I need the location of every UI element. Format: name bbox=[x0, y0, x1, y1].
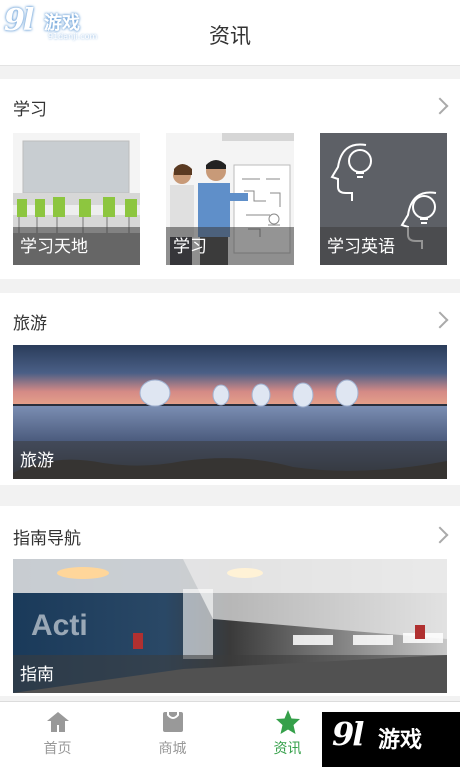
section-title-travel: 旅游 bbox=[13, 314, 47, 334]
tile-caption: 学习英语 bbox=[327, 237, 395, 257]
home-icon bbox=[47, 712, 69, 732]
watermark-text: 游戏 bbox=[378, 728, 423, 753]
tab-home[interactable]: 首页 bbox=[0, 702, 115, 767]
tile-study[interactable]: 学习 bbox=[166, 133, 294, 265]
banner-guide[interactable]: Acti 指南 bbox=[13, 559, 447, 693]
tile-caption-bar: 学习天地 bbox=[13, 227, 140, 265]
banner-caption-bar: 旅游 bbox=[13, 441, 447, 479]
shopping-bag-icon bbox=[163, 712, 183, 732]
tab-label: 首页 bbox=[43, 741, 72, 757]
banner-caption-bar: 指南 bbox=[13, 655, 447, 693]
section-travel: 旅游 旅游 bbox=[0, 293, 460, 485]
tile-study-world[interactable]: 学习天地 bbox=[13, 133, 140, 265]
chevron-right-icon[interactable] bbox=[431, 97, 449, 115]
chevron-right-icon[interactable] bbox=[431, 526, 449, 544]
tab-label: 商城 bbox=[158, 741, 187, 757]
tile-caption-bar: 学习英语 bbox=[320, 227, 447, 265]
page-title: 资讯 bbox=[209, 24, 251, 48]
tile-caption: 学习天地 bbox=[20, 237, 88, 257]
section-title-guide: 指南导航 bbox=[13, 529, 81, 549]
chevron-right-icon[interactable] bbox=[431, 311, 449, 329]
tile-learn-english[interactable]: 学习英语 bbox=[320, 133, 447, 265]
star-icon bbox=[276, 710, 300, 734]
svg-text:Acti: Acti bbox=[31, 609, 88, 642]
watermark-number: 9l bbox=[332, 715, 364, 753]
section-title-study: 学习 bbox=[13, 100, 47, 120]
tile-caption-bar: 学习 bbox=[166, 227, 294, 265]
banner-travel[interactable]: 旅游 bbox=[13, 345, 447, 479]
section-study: 学习 学习天地 学习 学习英语 bbox=[0, 79, 460, 279]
tile-caption: 学习 bbox=[173, 237, 207, 257]
section-guide: 指南导航 Acti 指南 bbox=[0, 506, 460, 696]
banner-caption: 旅游 bbox=[20, 451, 54, 471]
watermark-logo-bottom: 9l 游戏 bbox=[322, 712, 460, 767]
banner-caption: 指南 bbox=[20, 665, 54, 685]
app-header: 9l 游戏 91danji.com 资讯 bbox=[0, 0, 460, 66]
tab-mall[interactable]: 商城 bbox=[115, 702, 230, 767]
